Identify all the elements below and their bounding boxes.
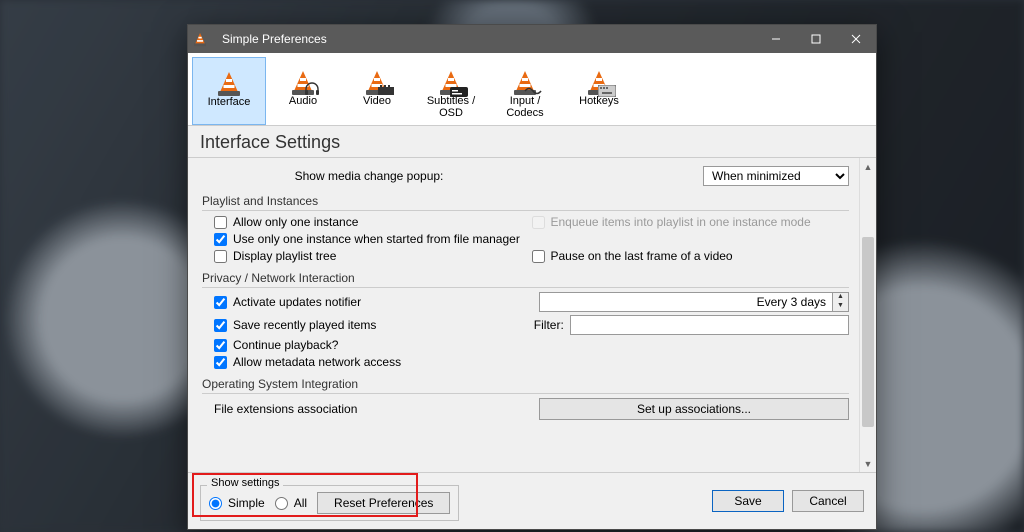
use-one-instance-fm-checkbox[interactable]: Use only one instance when started from …: [214, 232, 520, 246]
allow-one-instance-checkbox[interactable]: Allow only one instance: [214, 215, 358, 229]
tab-input-codecs[interactable]: Input / Codecs: [488, 57, 562, 125]
scroll-up-icon[interactable]: ▲: [860, 158, 876, 175]
page-title: Interface Settings: [188, 126, 876, 158]
continue-playback-checkbox[interactable]: Continue playback?: [214, 338, 338, 352]
cable-icon: [524, 85, 542, 97]
filter-input[interactable]: [570, 315, 849, 335]
subtitle-icon: [450, 87, 468, 97]
enqueue-one-instance-checkbox: Enqueue items into playlist in one insta…: [532, 215, 811, 229]
chevron-up-icon[interactable]: ▲: [833, 293, 848, 302]
media-change-popup-select[interactable]: When minimized: [703, 166, 849, 186]
file-assoc-label: File extensions association: [214, 402, 357, 416]
tab-hotkeys[interactable]: Hotkeys: [562, 57, 636, 125]
cancel-button[interactable]: Cancel: [792, 490, 864, 512]
vertical-scrollbar[interactable]: ▲ ▼: [859, 158, 876, 472]
save-button[interactable]: Save: [712, 490, 784, 512]
maximize-button[interactable]: [796, 25, 836, 53]
category-tabstrip: Interface Audio Video Subtitles / OSD In…: [188, 53, 876, 126]
show-settings-all-radio[interactable]: All: [275, 496, 307, 510]
display-playlist-tree-checkbox[interactable]: Display playlist tree: [214, 249, 336, 263]
group-os-title: Operating System Integration: [202, 377, 849, 394]
dialog-footer: Show settings Simple All Reset Preferenc…: [188, 472, 876, 529]
tab-video[interactable]: Video: [340, 57, 414, 125]
settings-scroll-area: Show media change popup: When minimized …: [188, 158, 859, 472]
headphones-icon: [304, 81, 320, 97]
show-settings-legend: Show settings: [207, 477, 283, 489]
media-change-popup-label: Show media change popup:: [214, 169, 524, 183]
pause-last-frame-checkbox[interactable]: Pause on the last frame of a video: [532, 249, 733, 263]
group-playlist-title: Playlist and Instances: [202, 194, 849, 211]
chevron-down-icon[interactable]: ▼: [833, 302, 848, 311]
scroll-thumb[interactable]: [862, 237, 874, 427]
tab-interface[interactable]: Interface: [192, 57, 266, 125]
close-button[interactable]: [836, 25, 876, 53]
show-settings-simple-radio[interactable]: Simple: [209, 496, 265, 510]
updates-interval-spinner[interactable]: Every 3 days ▲▼: [539, 292, 849, 312]
maximize-icon: [811, 34, 821, 44]
tab-subtitles[interactable]: Subtitles / OSD: [414, 57, 488, 125]
close-icon: [851, 34, 861, 44]
titlebar[interactable]: Simple Preferences: [188, 25, 876, 53]
tab-label: Subtitles / OSD: [416, 95, 486, 119]
app-icon: [194, 26, 216, 52]
tab-label: Input / Codecs: [490, 95, 560, 119]
save-recent-checkbox[interactable]: Save recently played items: [214, 318, 376, 332]
activate-updates-checkbox[interactable]: Activate updates notifier: [214, 295, 361, 309]
film-icon: [378, 85, 394, 97]
minimize-button[interactable]: [756, 25, 796, 53]
group-privacy-title: Privacy / Network Interaction: [202, 271, 849, 288]
setup-associations-button[interactable]: Set up associations...: [539, 398, 849, 420]
scroll-down-icon[interactable]: ▼: [860, 455, 876, 472]
window-title: Simple Preferences: [222, 32, 756, 46]
preferences-window: Simple Preferences Interface Audio Video: [187, 24, 877, 530]
minimize-icon: [771, 34, 781, 44]
tab-label: Audio: [268, 95, 338, 107]
keyboard-icon: [598, 85, 616, 97]
reset-preferences-button[interactable]: Reset Preferences: [317, 492, 450, 514]
tab-label: Video: [342, 95, 412, 107]
metadata-network-checkbox[interactable]: Allow metadata network access: [214, 355, 401, 369]
tab-audio[interactable]: Audio: [266, 57, 340, 125]
show-settings-group: Show settings Simple All Reset Preferenc…: [200, 485, 459, 521]
tab-label: Interface: [195, 96, 263, 108]
filter-label: Filter:: [532, 318, 570, 332]
